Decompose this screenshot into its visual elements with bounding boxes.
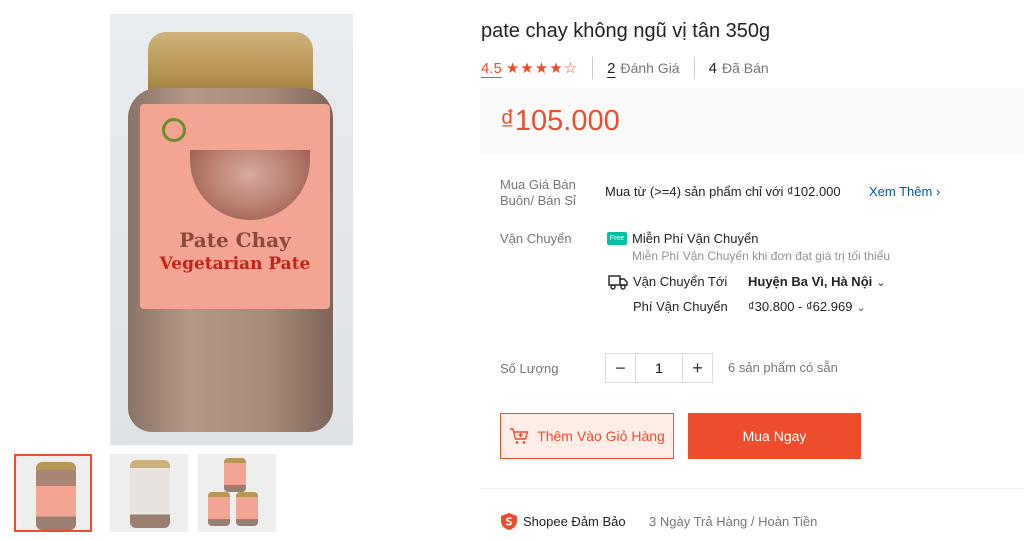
shipping-fee-selector[interactable]: ₫30.800 - ₫62.969 ⌄: [748, 299, 866, 314]
ship-to-label: Vận Chuyển Tới: [633, 274, 728, 289]
shield-icon: [501, 513, 517, 530]
reviews-count[interactable]: 2: [607, 60, 615, 77]
chevron-down-icon: ⌄: [856, 302, 866, 314]
thumbnail-1[interactable]: [14, 454, 92, 532]
add-to-cart-button[interactable]: Thêm Vào Giỏ Hàng: [500, 413, 674, 459]
thumbnail-2[interactable]: [110, 454, 188, 532]
shipping-label: Vận Chuyển: [500, 231, 572, 246]
product-info: pate chay không ngũ vị tân 350g 4.5 ★★★★…: [480, 0, 1024, 540]
shipping-fee-value: ₫30.800 - ₫62.969: [748, 299, 853, 314]
chevron-right-icon: ›: [935, 184, 941, 199]
cart-icon: [510, 428, 529, 444]
jar-label-title: Pate Chay: [179, 228, 291, 252]
buy-now-button[interactable]: Mua Ngay: [688, 413, 861, 459]
sold-count: 4: [708, 59, 717, 77]
rating-value[interactable]: 4.5: [481, 60, 502, 77]
reviews-label: Đánh Giá: [620, 60, 680, 76]
bowl-illustration: [190, 150, 310, 220]
divider: [480, 488, 1024, 489]
shipping-fee-label: Phí Vận Chuyển: [633, 299, 728, 314]
increase-button[interactable]: +: [683, 354, 712, 382]
rating-row: 4.5 ★★★★☆ 2 Đánh Giá 4 Đã Bán: [481, 57, 769, 79]
guarantee-title: Shopee Đảm Bảo: [523, 514, 626, 529]
jar-lid: [148, 32, 313, 94]
jar-label: Pate Chay Vegetarian Pate: [140, 104, 330, 309]
main-product-image[interactable]: Pate Chay Vegetarian Pate: [110, 14, 353, 445]
product-gallery: Pate Chay Vegetarian Pate: [0, 0, 470, 540]
product-price: ₫105.000: [500, 105, 620, 137]
add-to-cart-label: Thêm Vào Giỏ Hàng: [537, 428, 665, 444]
sold-label: Đã Bán: [721, 60, 769, 76]
jar-illustration: Pate Chay Vegetarian Pate: [128, 32, 333, 432]
stock-available: 6 sản phẩm có sẵn: [728, 360, 838, 375]
chevron-down-icon: ⌄: [876, 277, 886, 289]
wholesale-label: Mua Giá Bán Buôn/ Bán Sỉ: [500, 177, 576, 208]
thumbnail-3[interactable]: [198, 454, 276, 532]
free-shipping-icon: Free: [607, 232, 627, 245]
decrease-button[interactable]: −: [606, 354, 635, 382]
divider: [693, 57, 695, 79]
ship-to-selector[interactable]: Huyện Ba Vì, Hà Nội ⌄: [748, 274, 885, 289]
quantity-label: Số Lượng: [500, 361, 559, 376]
free-shipping-desc: Miễn Phí Vận Chuyển khi đơn đạt giá trị …: [632, 249, 891, 263]
product-title: pate chay không ngũ vị tân 350g: [481, 20, 771, 42]
wholesale-text: Mua từ (>=4) sản phẩm chỉ với ₫102.000: [605, 184, 841, 199]
see-more-label: Xem Thêm: [869, 184, 933, 199]
divider: [592, 57, 594, 79]
free-shipping-title: Miễn Phí Vận Chuyển: [632, 231, 759, 246]
guarantee-desc: 3 Ngày Trả Hàng / Hoàn Tiền: [649, 514, 818, 529]
brand-logo-icon: [162, 118, 186, 142]
jar-label-subtitle: Vegetarian Pate: [159, 254, 311, 274]
truck-icon: [608, 275, 628, 290]
quantity-input[interactable]: [635, 354, 683, 382]
ship-to-value: Huyện Ba Vì, Hà Nội: [748, 274, 873, 289]
price-box: ₫105.000: [480, 88, 1024, 154]
star-rating-icon: ★★★★☆: [505, 60, 579, 77]
see-more-link[interactable]: Xem Thêm ›: [869, 184, 940, 199]
quantity-stepper: − +: [605, 353, 713, 383]
